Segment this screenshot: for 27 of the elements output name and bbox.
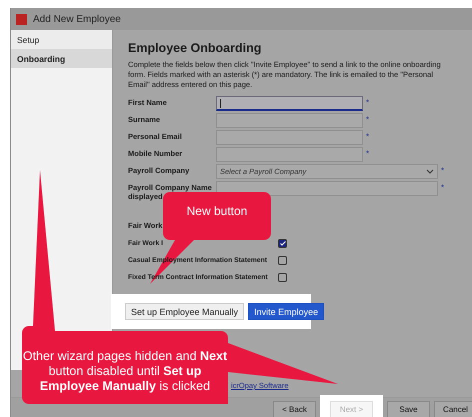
callout-text: Other wizard pages hidden and Next button disabled until Set up Employee Manually is clicked [22,349,228,394]
required-marker: * [366,114,370,124]
page-heading: Employee Onboarding [128,41,262,55]
required-marker: * [441,182,444,192]
window-title: Add New Employee [33,14,121,24]
sidebar-item[interactable]: Setup [11,30,112,49]
checkbox[interactable] [278,272,287,282]
input-field[interactable] [216,181,438,196]
setup-manually-button[interactable]: Set up Employee Manually [125,303,244,320]
wizard-button[interactable]: Cancel [434,401,472,417]
invite-button[interactable]: Invite Employee [248,303,324,320]
wizard-button[interactable]: < Back [273,401,316,417]
checkbox[interactable] [278,256,287,264]
input-field[interactable] [216,113,363,128]
required-marker: * [366,148,370,158]
required-marker: * [366,131,370,141]
callout-text: New button [186,204,248,218]
chevron-down-icon [426,169,434,174]
input-field[interactable] [216,96,363,111]
sidebar-item[interactable]: Onboarding [11,49,112,68]
required-marker: * [366,97,370,107]
checkbox[interactable] [278,238,287,248]
wizard-button[interactable]: Save [387,401,430,417]
app-logo-icon [16,14,27,24]
input-field[interactable] [216,130,363,145]
required-marker: * [441,165,444,175]
input-field[interactable] [216,147,363,162]
